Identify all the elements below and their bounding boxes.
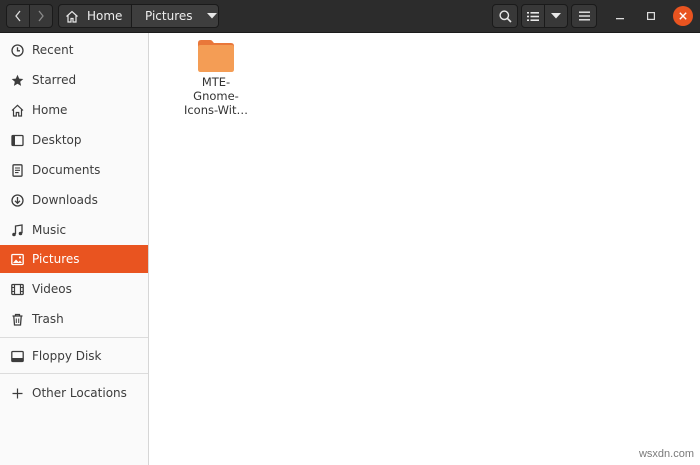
document-icon	[11, 163, 24, 177]
sidebar-item-label: Recent	[32, 43, 74, 57]
sidebar-item-label: Pictures	[32, 252, 80, 266]
sidebar-item-trash[interactable]: Trash	[0, 305, 148, 333]
sidebar-item-label: Desktop	[32, 133, 82, 147]
view-options-dropdown-icon	[551, 13, 561, 19]
hamburger-menu-icon	[578, 11, 590, 21]
folder-label-line: Gnome-	[193, 89, 239, 103]
list-view-button[interactable]	[521, 4, 545, 28]
maximize-button[interactable]	[641, 6, 661, 26]
folder-label-line: Icons-Wit…	[183, 103, 249, 117]
sidebar-item-label: Floppy Disk	[32, 349, 102, 363]
sidebar-item-pictures[interactable]: Pictures	[0, 245, 148, 273]
sidebar-item-label: Downloads	[32, 193, 98, 207]
forward-button[interactable]	[29, 4, 53, 28]
sidebar-item-floppy-disk[interactable]: Floppy Disk	[0, 342, 148, 370]
close-icon	[679, 12, 687, 20]
minimize-icon	[616, 18, 624, 20]
sidebar-item-videos[interactable]: Videos	[0, 275, 148, 303]
breadcrumb-home[interactable]: Home	[58, 4, 132, 28]
breadcrumb-home-label: Home	[87, 9, 123, 23]
download-icon	[11, 193, 24, 207]
back-button[interactable]	[6, 4, 30, 28]
dropdown-arrow-icon	[206, 13, 217, 19]
sidebar-item-label: Starred	[32, 73, 77, 87]
minimize-button[interactable]	[610, 6, 630, 26]
view-options-dropdown[interactable]	[544, 4, 568, 28]
drive-icon	[11, 350, 24, 363]
breadcrumb-pictures-label: Pictures	[145, 9, 193, 23]
sidebar-item-label: Other Locations	[32, 386, 127, 400]
sidebar-item-music[interactable]: Music	[0, 216, 148, 244]
chevron-left-icon	[15, 10, 21, 22]
sidebar-item-starred[interactable]: Starred	[0, 66, 148, 94]
image-icon	[11, 253, 24, 266]
search-icon	[498, 9, 512, 23]
breadcrumb-pictures[interactable]: Pictures	[131, 4, 219, 28]
folder-label-line: MTE-	[201, 75, 231, 89]
sidebar-item-recent[interactable]: Recent	[0, 36, 148, 64]
desktop-icon	[11, 134, 24, 147]
sidebar-item-label: Home	[32, 103, 68, 117]
watermark: wsxdn.com	[638, 448, 694, 460]
sidebar-item-label: Music	[32, 223, 67, 237]
sidebar-separator	[0, 373, 148, 374]
sidebar-item-label: Documents	[32, 163, 101, 177]
maximize-icon	[647, 12, 655, 20]
header-bar: Home Pictures	[0, 0, 700, 33]
sidebar: Recent Starred Home Desktop Documents Do…	[0, 33, 149, 465]
music-note-icon	[11, 223, 24, 237]
sidebar-separator	[0, 337, 148, 338]
close-button[interactable]	[673, 6, 693, 26]
sidebar-item-other-locations[interactable]: Other Locations	[0, 379, 148, 407]
main-menu-button[interactable]	[571, 4, 597, 28]
clock-icon	[11, 43, 24, 57]
folder-label: MTE- Gnome- Icons-Wit…	[176, 75, 256, 117]
folder-item[interactable]: MTE- Gnome- Icons-Wit…	[184, 38, 248, 117]
list-view-icon	[527, 11, 539, 21]
plus-icon	[11, 387, 24, 400]
chevron-right-icon	[38, 10, 44, 22]
sidebar-item-downloads[interactable]: Downloads	[0, 186, 148, 214]
sidebar-item-documents[interactable]: Documents	[0, 156, 148, 184]
trash-icon	[11, 313, 24, 326]
sidebar-item-desktop[interactable]: Desktop	[0, 126, 148, 154]
home-icon	[11, 103, 24, 117]
sidebar-item-label: Videos	[32, 282, 72, 296]
home-icon	[66, 10, 78, 23]
star-icon	[11, 74, 24, 87]
sidebar-item-home[interactable]: Home	[0, 96, 148, 124]
film-icon	[11, 283, 24, 296]
search-button[interactable]	[492, 4, 518, 28]
sidebar-item-label: Trash	[32, 312, 64, 326]
folder-icon	[198, 40, 234, 72]
